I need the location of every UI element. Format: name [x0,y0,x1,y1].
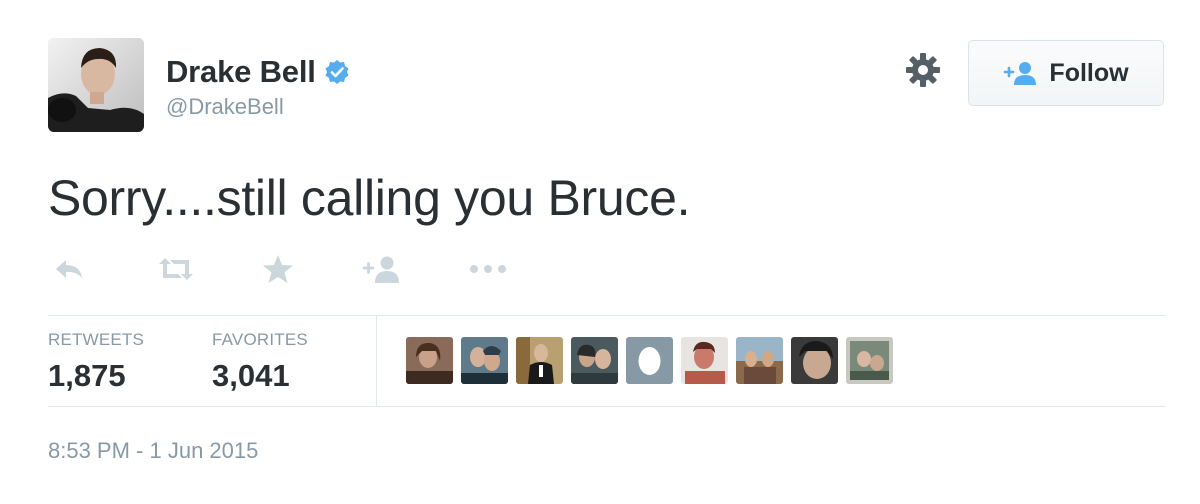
display-name-row: Drake Bell [166,54,350,90]
tweet-text: Sorry....still calling you Bruce. [48,170,691,226]
favorite-button[interactable] [262,252,294,286]
add-user-icon [362,256,399,283]
favorites-count[interactable]: 3,041 [212,358,290,394]
more-button[interactable] [468,252,508,286]
favoriter-avatar[interactable] [681,337,728,384]
reply-button[interactable] [52,252,86,286]
favoriter-avatar[interactable] [626,337,673,384]
follow-button-label: Follow [1049,58,1129,87]
tweet-card: Drake Bell @DrakeBell Follow Sorry....st… [0,0,1200,504]
add-user-icon [1004,62,1037,85]
retweets-label[interactable]: RETWEETS [48,330,144,350]
reply-icon [56,260,82,278]
favorites-label[interactable]: FAVORITES [212,330,308,350]
follow-action-button[interactable] [362,252,402,286]
favoriter-avatars [406,337,893,384]
star-icon [263,255,293,283]
avatar[interactable] [48,38,144,132]
favoriter-avatar[interactable] [571,337,618,384]
favoriter-avatar[interactable] [736,337,783,384]
favoriter-avatar[interactable] [791,337,838,384]
verified-badge-icon [325,60,349,84]
divider-top [48,315,1166,316]
gear-icon[interactable] [904,51,942,89]
more-dots-icon [470,265,506,273]
retweets-count[interactable]: 1,875 [48,358,126,394]
user-info: Drake Bell @DrakeBell [166,54,350,120]
favoriter-avatar[interactable] [406,337,453,384]
follow-button[interactable]: Follow [968,40,1164,106]
favoriter-avatar[interactable] [846,337,893,384]
favoriter-avatar[interactable] [461,337,508,384]
tweet-timestamp[interactable]: 8:53 PM - 1 Jun 2015 [48,438,258,464]
retweet-icon [159,258,193,280]
divider-bottom [48,406,1166,407]
profile-photo-icon [48,38,144,132]
retweet-button[interactable] [156,252,196,286]
user-handle[interactable]: @DrakeBell [166,94,350,120]
favoriter-avatar[interactable] [516,337,563,384]
stats-vertical-divider [376,316,377,406]
display-name[interactable]: Drake Bell [166,54,316,90]
